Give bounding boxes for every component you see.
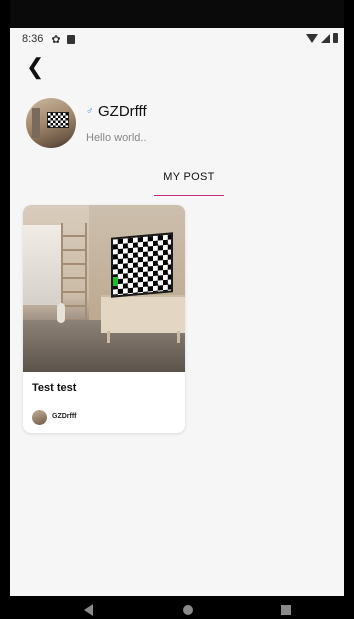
scene-cabinet-leg — [177, 331, 180, 343]
tab-my-post[interactable]: MY POST — [154, 171, 224, 183]
nav-back-icon[interactable] — [84, 604, 93, 616]
scene-window — [23, 225, 61, 305]
device-right-bezel — [344, 0, 354, 619]
scene-cabinet — [101, 295, 185, 333]
nav-home-icon[interactable] — [183, 605, 193, 615]
nav-recents-icon[interactable] — [281, 605, 291, 615]
device-left-bezel — [0, 0, 10, 619]
post-title: Test test — [32, 382, 77, 394]
scene-vase — [57, 303, 65, 323]
post-author-name[interactable]: GZDrfff — [52, 413, 77, 420]
wifi-icon — [306, 33, 318, 43]
app-screen: 8:36 ✿ ❮ ♂ GZDrfff Hello world.. MY POST — [10, 28, 344, 596]
status-bar: 8:36 ✿ — [10, 28, 344, 50]
male-gender-icon: ♂ — [86, 106, 94, 117]
scene-tv-screen — [111, 232, 173, 298]
profile-username: GZDrfff — [98, 103, 147, 120]
scene-cabinet-leg — [107, 331, 110, 343]
status-time: 8:36 — [22, 33, 44, 45]
scene-green-marker — [113, 277, 118, 286]
signal-icon — [321, 33, 330, 43]
settings-gear-icon: ✿ — [51, 33, 61, 46]
post-image[interactable] — [23, 205, 185, 372]
battery-icon — [333, 33, 338, 43]
back-arrow-icon[interactable]: ❮ — [26, 56, 50, 80]
avatar-tv — [47, 112, 69, 128]
post-card[interactable]: Test test GZDrfff — [23, 205, 185, 433]
avatar-shelf — [32, 108, 40, 138]
tab-indicator — [154, 195, 224, 196]
sd-card-icon — [66, 34, 75, 44]
profile-avatar[interactable] — [26, 98, 76, 148]
system-nav-bar — [0, 596, 354, 619]
profile-bio: Hello world.. — [86, 132, 147, 144]
device-top-bezel — [0, 0, 354, 28]
post-author-avatar[interactable] — [32, 410, 47, 425]
